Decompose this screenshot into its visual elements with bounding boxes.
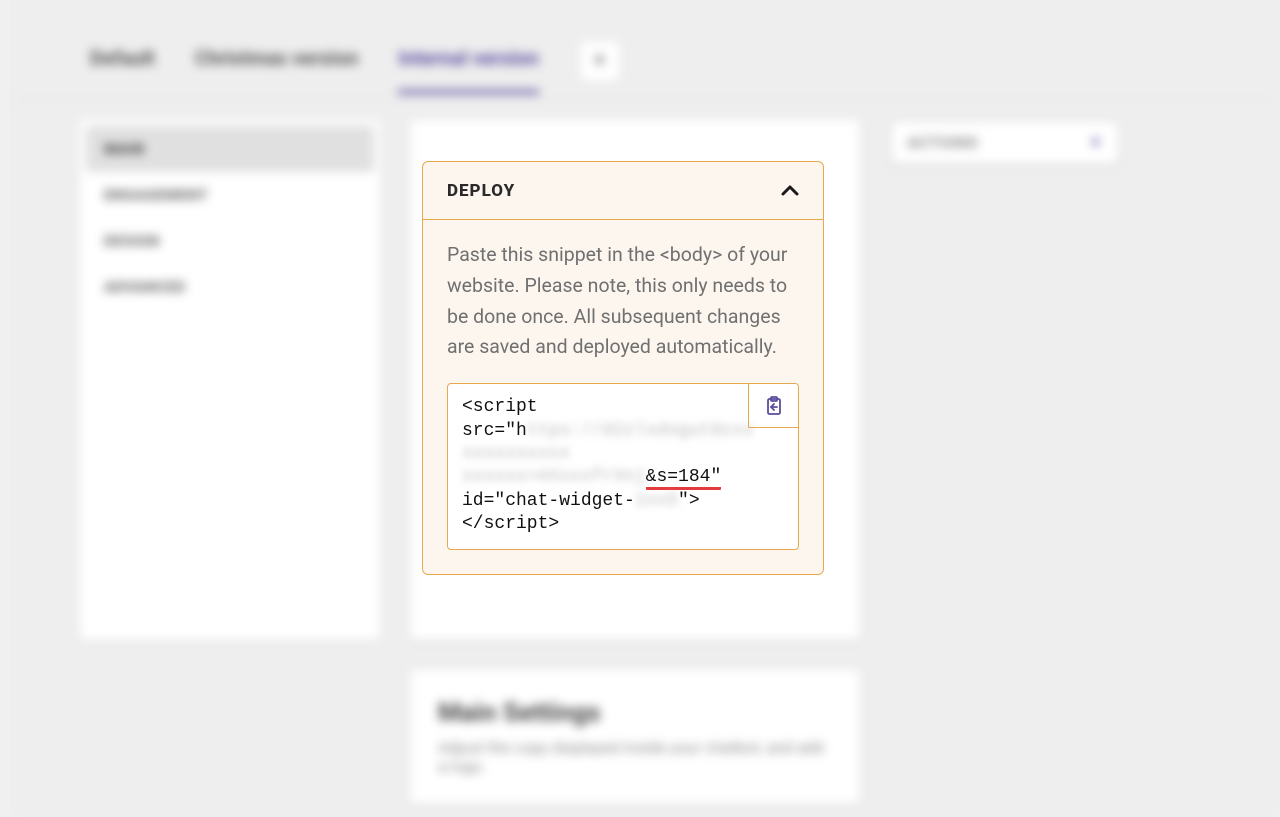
actions-dropdown[interactable]: ACTIONS ▼ [890, 120, 1120, 165]
code-line: id="chat-widget-1xx5"> [462, 490, 784, 513]
deploy-description: Paste this snippet in the <body> of your… [447, 240, 799, 363]
code-line: xxxxxx=#XxxxfrXnj&s=184" [462, 466, 784, 489]
copy-button[interactable] [748, 384, 798, 428]
code-line: <script [462, 396, 784, 419]
main-settings-card: Main Settings Adjust the copy displayed … [410, 670, 860, 804]
deploy-title: DEPLOY [447, 181, 515, 201]
tabs-bar: Default Christmas version Internal versi… [10, 0, 1280, 100]
clipboard-icon [765, 396, 783, 416]
deploy-card: DEPLOY Paste this snippet in the <body> … [422, 161, 824, 575]
chevron-down-icon: ▼ [1089, 134, 1103, 151]
code-line: src="https://d2zlsdogut0zxx [462, 420, 784, 443]
actions-label: ACTIONS [907, 133, 978, 152]
snippet-box: <script src="https://d2zlsdogut0zxx xxxx… [447, 383, 799, 549]
main-settings-title: Main Settings [438, 698, 832, 728]
highlighted-param: &s=184" [646, 467, 722, 490]
chevron-up-icon [781, 180, 799, 201]
sidebar-item-advanced[interactable]: ADVANCED [86, 264, 374, 310]
tab-default[interactable]: Default [90, 46, 155, 94]
sidebar-item-design[interactable]: DESIGN [86, 218, 374, 264]
code-line: xxxxxxxxxx [462, 443, 784, 466]
settings-sidebar: MAIN ENGAGEMENT DESIGN ADVANCED [80, 120, 380, 640]
code-line: </script> [462, 513, 784, 536]
sidebar-item-engagement[interactable]: ENGAGEMENT [86, 172, 374, 218]
tab-internal[interactable]: Internal version [398, 46, 538, 94]
deploy-header[interactable]: DEPLOY [423, 162, 823, 220]
tab-christmas[interactable]: Christmas version [195, 46, 358, 94]
sidebar-item-main[interactable]: MAIN [86, 126, 374, 172]
add-tab-button[interactable]: + [579, 40, 621, 82]
main-settings-desc: Adjust the copy displayed inside your ch… [438, 738, 832, 776]
